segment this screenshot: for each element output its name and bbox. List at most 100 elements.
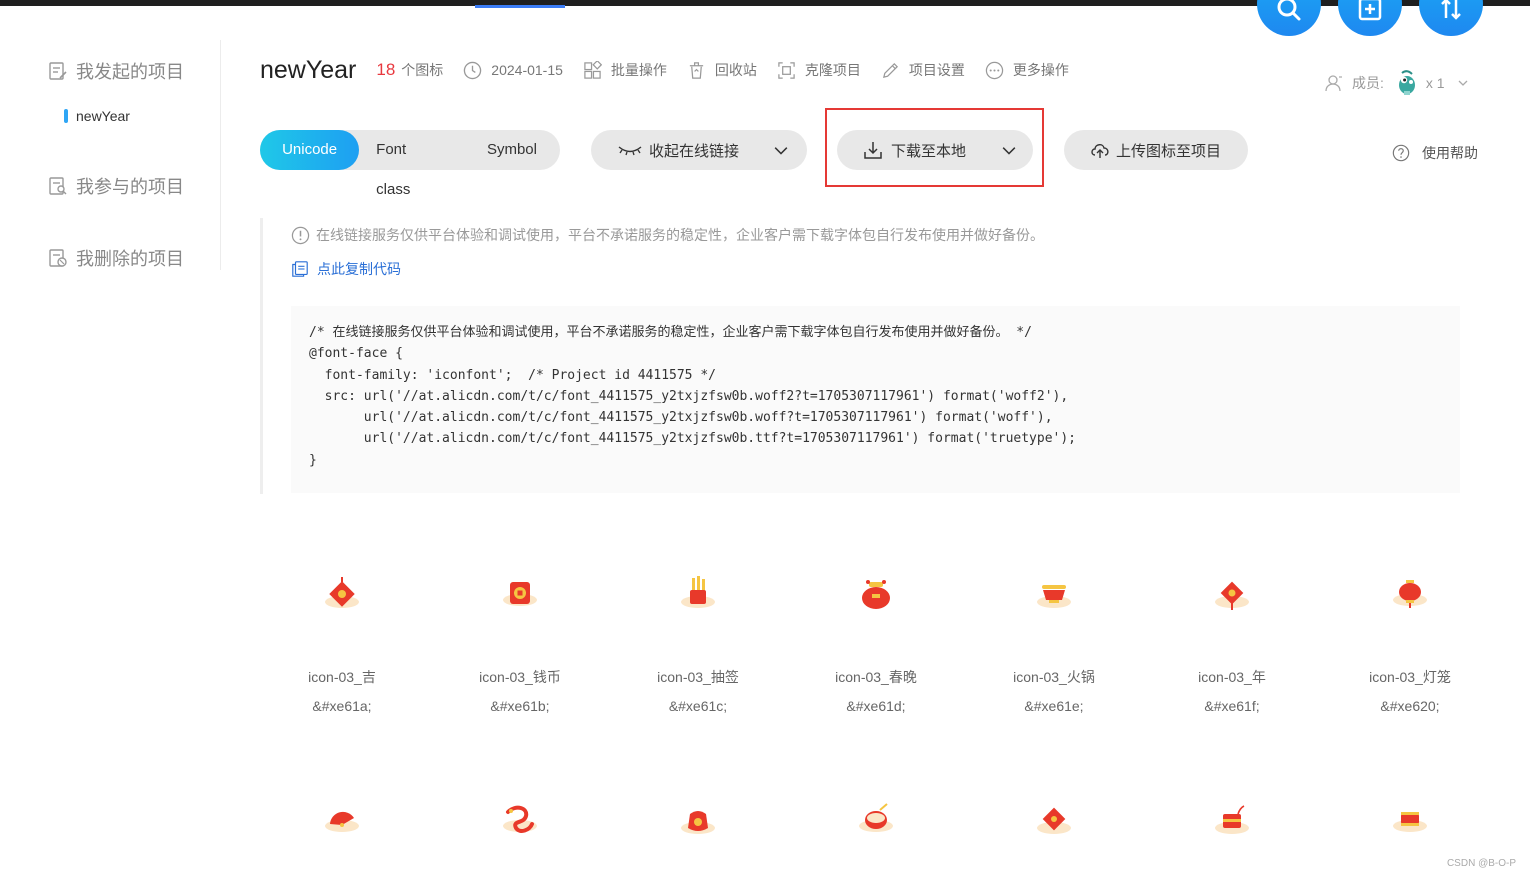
icon-name: icon-03_吉 [308,669,376,685]
fan-icon [325,811,359,832]
sidebar-item-label: 我参与的项目 [76,177,184,197]
help-icon [1392,144,1410,162]
batch-operation-button[interactable]: 批量操作 [583,60,667,80]
tab-unicode[interactable]: Unicode [260,130,360,170]
members-dropdown[interactable]: 成员: x 1 [1324,70,1469,96]
notice: 在线链接服务仅供平台体验和调试使用，平台不承诺服务的稳定性，企业客户需下载字体包… [291,225,1044,245]
icon-card[interactable] [253,798,431,847]
code-line: } [309,452,317,468]
add-box-icon [1358,0,1382,21]
notice-text: 在线链接服务仅供平台体验和调试使用，平台不承诺服务的稳定性，企业客户需下载字体包… [316,227,1044,243]
eye-closed-icon [618,146,642,156]
code-line: @font-face { [309,346,403,362]
online-link-panel: 在线链接服务仅供平台体验和调试使用，平台不承诺服务的稳定性，企业客户需下载字体包… [260,218,1460,494]
icon-code: &#xe61b; [490,698,550,714]
sidebar-project-label: newYear [76,108,130,124]
icon-card[interactable]: icon-03_年 &#xe61f; [1143,572,1321,714]
tab-font-class[interactable]: Font class [359,130,467,198]
icon-name: icon-03_火锅 [1013,669,1095,685]
icon-card[interactable] [1143,798,1321,847]
cloud-upload-icon [1091,144,1109,158]
sidebar: 我发起的项目 newYear 我参与的项目 我删除的项目 [0,40,221,270]
batch-icon [584,60,602,79]
highlight-annotation [825,108,1044,187]
more-operations-label: 更多操作 [1012,62,1069,78]
format-tabs: Unicode Font class Symbol [260,130,560,198]
trash-icon [689,61,704,79]
sidebar-project-newyear[interactable]: newYear [64,108,130,124]
members-count: x 1 [1425,75,1445,91]
upload-icons-label: 上传图标至项目 [1116,142,1222,160]
more-operations-button[interactable]: 更多操作 [985,60,1069,80]
icon-count: 18 [376,60,396,79]
tab-symbol[interactable]: Symbol [467,130,560,170]
icon-card[interactable] [1321,798,1499,847]
hotpot-icon [1037,585,1071,608]
sort-arrows-icon [1441,0,1461,20]
sort-button[interactable] [1419,0,1483,36]
icon-card[interactable]: icon-03_春晚 &#xe61d; [787,572,965,714]
search-button[interactable] [1257,0,1321,36]
info-icon [291,226,310,244]
icon-name: icon-03_钱币 [479,669,561,685]
icon-card[interactable] [965,798,1143,847]
code-line: url('//at.alicdn.com/t/c/font_4411575_y2… [309,410,1053,426]
icon-code: &#xe61f; [1204,698,1260,714]
copy-code-link[interactable]: 点此复制代码 [291,259,401,279]
batch-operation-label: 批量操作 [610,62,667,78]
icon-card[interactable]: icon-03_火锅 &#xe61e; [965,572,1143,714]
sidebar-item-joined-projects[interactable]: 我参与的项目 [48,173,184,199]
person-icon [1325,75,1342,92]
coin-icon [503,582,537,606]
project-header: newYear 18 个图标 2024-01-15 批量操作 回收站 克隆项目 … [260,52,1069,88]
dragon-icon [503,805,537,833]
clock-icon [464,61,482,79]
sidebar-item-my-projects[interactable]: 我发起的项目 [48,58,184,84]
help-label: 使用帮助 [1422,145,1478,161]
lantern-icon [1393,580,1427,608]
project-date: 2024-01-15 [463,61,563,80]
icon-card[interactable] [609,798,787,847]
top-nav-active-indicator [475,5,565,8]
upload-icons-button[interactable]: 上传图标至项目 [1064,130,1248,170]
sidebar-item-deleted-projects[interactable]: 我删除的项目 [48,245,184,271]
blessing-pouch-icon [681,811,715,834]
copy-icon [292,261,308,277]
code-line: src: url('//at.alicdn.com/t/c/font_44115… [309,388,1069,404]
copy-code-label: 点此复制代码 [317,261,401,277]
icon-name: icon-03_春晚 [835,669,917,685]
avatar [1398,70,1415,95]
icon-card[interactable]: icon-03_吉 &#xe61a; [253,572,431,714]
recycle-bin-button[interactable]: 回收站 [687,60,757,80]
icon-code: &#xe61a; [312,698,372,714]
clone-icon [778,61,795,79]
icon-code: &#xe61d; [846,698,906,714]
page-title: newYear [260,55,357,84]
clone-project-button[interactable]: 克隆项目 [777,60,861,80]
project-settings-button[interactable]: 项目设置 [881,60,965,80]
sidebar-item-label: 我删除的项目 [76,249,184,269]
code-line: font-family: 'iconfont'; /* Project id 4… [309,367,716,383]
chevron-down-icon [1458,80,1468,86]
document-edit-icon [49,62,67,80]
help-link[interactable]: 使用帮助 [1392,143,1478,163]
code-line: /* 在线链接服务仅供平台体验和调试使用，平台不承诺服务的稳定性，企业客户需下载… [309,325,1032,340]
collapse-online-link-button[interactable]: 收起在线链接 [591,130,807,170]
icon-card[interactable] [787,798,965,847]
code-line: url('//at.alicdn.com/t/c/font_4411575_y2… [309,431,1077,447]
active-indicator [64,109,68,123]
document-delete-icon [49,249,67,267]
add-project-button[interactable] [1338,0,1402,36]
members-label: 成员: [1352,75,1384,91]
icon-card[interactable]: icon-03_抽签 &#xe61c; [609,572,787,714]
icon-code: &#xe61c; [668,698,728,714]
icon-name: icon-03_抽签 [657,669,739,685]
icon-card[interactable]: icon-03_钱币 &#xe61b; [431,572,609,714]
project-settings-label: 项目设置 [908,62,965,78]
year-knot-icon [1215,581,1249,610]
drum-icon [859,803,893,832]
recycle-bin-label: 回收站 [714,62,757,78]
icon-code: &#xe620; [1380,698,1440,714]
icon-card[interactable]: icon-03_灯笼 &#xe620; [1321,572,1499,714]
icon-card[interactable] [431,798,609,847]
